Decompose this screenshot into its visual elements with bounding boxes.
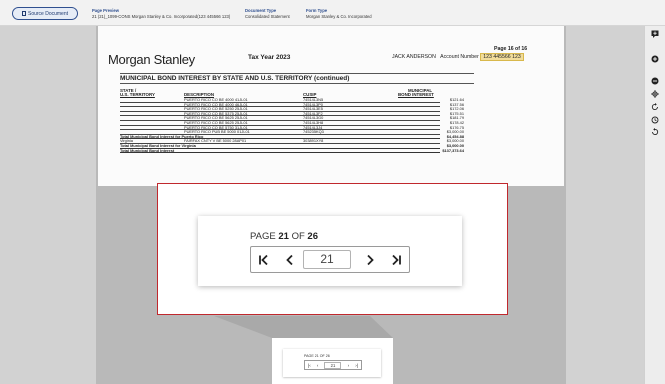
pagination-total: 26 <box>307 231 318 242</box>
chevron-left-icon <box>286 254 293 265</box>
mini-page-input: 21 <box>324 361 342 369</box>
history-icon[interactable] <box>650 115 660 125</box>
top-bar: Source Document Page Preview 21 (21)_109… <box>0 0 665 26</box>
zoom-in-icon[interactable] <box>650 54 660 64</box>
zoom-preview-modal: PAGE 21 OF 26 21 <box>157 183 508 315</box>
pagination-control: 21 <box>250 246 410 273</box>
form-type-meta: Form Type Morgan Stanley & Co. Incorpora… <box>306 8 372 20</box>
mini-pagination-card: PAGE 21 OF 26 |‹ ‹ 21 › ›| <box>283 349 381 377</box>
mini-last-icon: ›| <box>355 362 358 368</box>
chevron-right-icon <box>367 254 374 265</box>
document-type-value: Consolidated Statement <box>245 13 290 19</box>
pagination-current: 21 <box>278 231 289 242</box>
previous-page-button[interactable] <box>277 247 303 272</box>
pagination-label: PAGE 21 OF 26 <box>250 231 318 242</box>
last-page-icon <box>392 254 401 265</box>
mini-prev-icon: ‹ <box>316 362 319 368</box>
source-document-button[interactable]: Source Document <box>12 7 78 20</box>
last-page-button[interactable] <box>383 247 409 272</box>
right-toolbar <box>644 26 665 384</box>
document-icon <box>21 11 26 16</box>
source-document-label: Source Document <box>27 10 69 17</box>
mini-next-icon: › <box>347 362 350 368</box>
document-type-meta: Document Type Consolidated Statement <box>245 8 290 20</box>
page-preview-meta: Page Preview 21 (21)_1099-CONS Morgan St… <box>92 8 230 20</box>
comment-icon[interactable] <box>650 29 660 39</box>
pagination-of: OF <box>291 231 305 242</box>
pagination-card: PAGE 21 OF 26 21 <box>198 216 462 286</box>
fit-page-icon[interactable] <box>650 89 660 99</box>
mini-pagination-label: PAGE 21 OF 26 <box>304 354 330 358</box>
page-preview-value: 21 (21)_1099-CONS Morgan Stanley & Co. I… <box>92 13 231 19</box>
form-type-value: Morgan Stanley & Co. Incorporated <box>306 13 372 19</box>
mini-first-icon: |‹ <box>308 362 311 368</box>
pagination-prefix: PAGE <box>250 231 276 242</box>
mini-pagination-control: |‹ ‹ 21 › ›| <box>304 360 362 370</box>
first-page-button[interactable] <box>251 247 277 272</box>
rotate-icon[interactable] <box>650 102 660 112</box>
page-number-input[interactable]: 21 <box>303 250 351 269</box>
source-thumbnail: PAGE 21 OF 26 |‹ ‹ 21 › ›| <box>272 338 393 384</box>
first-page-icon <box>259 254 268 265</box>
zoom-out-icon[interactable] <box>650 76 660 86</box>
reset-icon[interactable] <box>650 127 660 137</box>
next-page-button[interactable] <box>357 247 383 272</box>
